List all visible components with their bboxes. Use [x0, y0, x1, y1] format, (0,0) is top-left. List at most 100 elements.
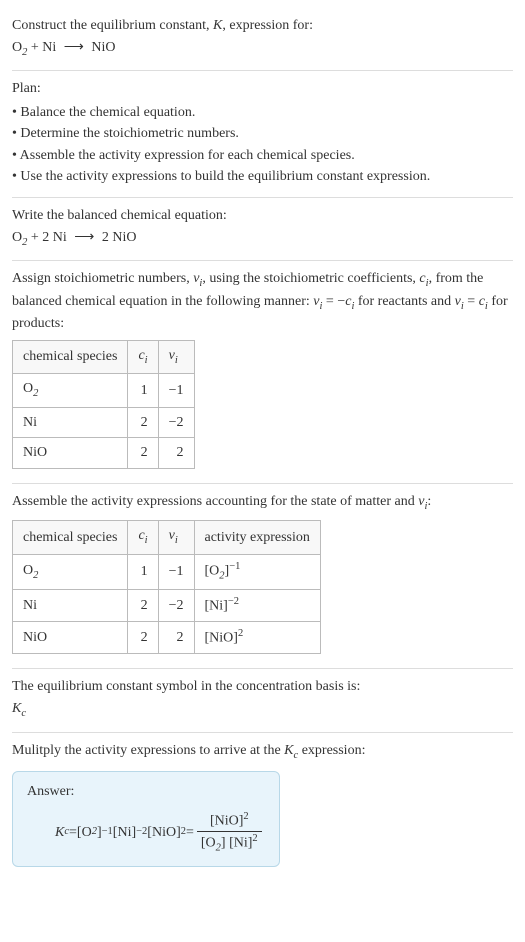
sp-sub: 2 [33, 388, 38, 399]
plan-item: • Balance the chemical equation. [12, 103, 513, 123]
bal-o: O [12, 230, 22, 245]
prompt-post: , expression for: [222, 18, 313, 33]
d: [O [201, 836, 216, 851]
cell-activity: [Ni]−2 [194, 589, 320, 621]
stoich-section: Assign stoichiometric numbers, νi, using… [12, 261, 513, 484]
ae: [O [205, 563, 220, 578]
cell-nu: −2 [158, 407, 194, 438]
col-activity: activity expression [194, 521, 320, 554]
balanced-section: Write the balanced chemical equation: O 2… [12, 198, 513, 261]
cell-activity: [NiO]2 [194, 622, 320, 654]
final-intro: Mulitply the activity expressions to arr… [12, 741, 513, 763]
kc-symbol: Kc [12, 699, 513, 721]
cell-c: 1 [128, 374, 158, 407]
ae: [Ni] [205, 599, 228, 614]
plan-item: • Use the activity expressions to build … [12, 167, 513, 187]
K: K [284, 743, 293, 758]
n-exp: 2 [243, 811, 248, 822]
prompt-pre: Construct the equilibrium constant, [12, 18, 213, 33]
K: K [12, 701, 21, 716]
cell-nu: −1 [158, 374, 194, 407]
n: [NiO] [210, 813, 243, 828]
rel: = − [322, 294, 345, 309]
cell-species: Ni [13, 589, 128, 621]
i: i [175, 535, 178, 546]
term: [Ni] [113, 823, 136, 843]
table-header-row: chemical species ci νi activity expressi… [13, 521, 321, 554]
cell-species: NiO [13, 622, 128, 654]
activity-section: Assemble the activity expressions accoun… [12, 484, 513, 670]
cell-nu: −1 [158, 554, 194, 589]
sp: O [23, 563, 33, 578]
col-nui: νi [158, 340, 194, 373]
answer-label: Answer: [27, 782, 265, 802]
txt: Assemble the activity expressions accoun… [12, 494, 418, 509]
i: i [175, 354, 178, 365]
bal-mid: + 2 Ni [27, 230, 70, 245]
symbol-intro: The equilibrium constant symbol in the c… [12, 677, 513, 697]
table-row: Ni 2 −2 [13, 407, 195, 438]
term-exp: −2 [136, 825, 147, 840]
plan-title: Plan: [12, 79, 513, 99]
i: i [145, 354, 148, 365]
table-row: O2 1 −1 [O2]−1 [13, 554, 321, 589]
d: ] [Ni] [221, 836, 253, 851]
txt: Mulitply the activity expressions to arr… [12, 743, 284, 758]
arrow-icon: ⟶ [74, 228, 94, 248]
cell-species: O2 [13, 374, 128, 407]
cell-species: Ni [13, 407, 128, 438]
col-species: chemical species [13, 521, 128, 554]
col-species: chemical species [13, 340, 128, 373]
eq-plus: + Ni [27, 40, 59, 55]
term: [O [77, 823, 92, 843]
stoich-intro: Assign stoichiometric numbers, νi, using… [12, 269, 513, 334]
equals: = [186, 823, 194, 843]
sp-sub: 2 [33, 569, 38, 580]
txt: Assign stoichiometric numbers, [12, 271, 193, 286]
cell-c: 2 [128, 438, 158, 469]
balanced-intro: Write the balanced chemical equation: [12, 206, 513, 226]
ae-exp: −1 [229, 561, 240, 572]
unbalanced-equation: O2 + Ni ⟶ NiO [12, 38, 513, 60]
plan-section: Plan: • Balance the chemical equation. •… [12, 71, 513, 198]
header-section: Construct the equilibrium constant, K, e… [12, 8, 513, 71]
plan-item: • Determine the stoichiometric numbers. [12, 124, 513, 144]
prompt-line: Construct the equilibrium constant, K, e… [12, 16, 513, 36]
i: i [145, 535, 148, 546]
K-sub: c [21, 708, 26, 719]
table-row: Ni 2 −2 [Ni]−2 [13, 589, 321, 621]
symbol-section: The equilibrium constant symbol in the c… [12, 669, 513, 732]
ae: [NiO] [205, 631, 238, 646]
fraction: [NiO]2 [O2] [Ni]2 [197, 810, 262, 856]
cell-c: 2 [128, 407, 158, 438]
K: K [55, 823, 64, 843]
prompt-K: K [213, 18, 222, 33]
d-exp: 2 [252, 833, 257, 844]
cell-nu: 2 [158, 438, 194, 469]
activity-intro: Assemble the activity expressions accoun… [12, 492, 513, 514]
term-exp: −1 [102, 825, 113, 840]
rel: = [464, 294, 479, 309]
fraction-denominator: [O2] [Ni]2 [197, 832, 262, 856]
table-header-row: chemical species ci νi [13, 340, 195, 373]
table-row: NiO 2 2 [13, 438, 195, 469]
table-row: O2 1 −1 [13, 374, 195, 407]
sp: O [23, 381, 33, 396]
col-ci: ci [128, 340, 158, 373]
col-nui: νi [158, 521, 194, 554]
cell-activity: [O2]−1 [194, 554, 320, 589]
col-ci: ci [128, 521, 158, 554]
cell-c: 2 [128, 622, 158, 654]
ae-exp: −2 [228, 596, 239, 607]
bal-rhs: 2 NiO [98, 230, 136, 245]
txt: : [427, 494, 431, 509]
ae-exp: 2 [238, 628, 243, 639]
cell-nu: −2 [158, 589, 194, 621]
table-row: NiO 2 2 [NiO]2 [13, 622, 321, 654]
kc-expression: Kc = [O2]−1 [Ni]−2 [NiO]2 = [NiO]2 [O2] … [27, 810, 265, 856]
eq-rhs: NiO [88, 40, 116, 55]
final-section: Mulitply the activity expressions to arr… [12, 733, 513, 883]
answer-box: Answer: Kc = [O2]−1 [Ni]−2 [NiO]2 = [NiO… [12, 771, 280, 867]
txt: expression: [298, 743, 365, 758]
activity-table: chemical species ci νi activity expressi… [12, 520, 321, 654]
